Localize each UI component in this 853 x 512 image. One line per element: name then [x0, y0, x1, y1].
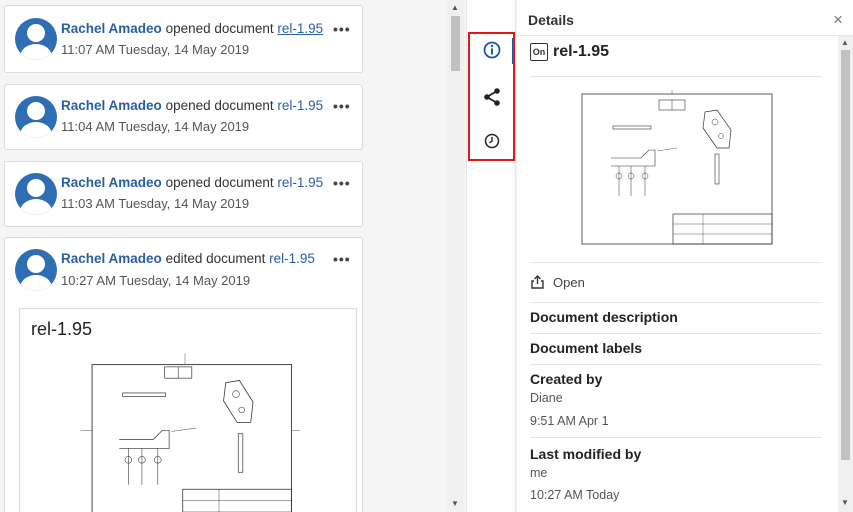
- activity-summary: Rachel Amadeo opened document rel-1.95: [61, 175, 323, 190]
- document-thumbnail[interactable]: [577, 88, 777, 252]
- activity-card: Rachel Amadeo opened document rel-1.95 1…: [4, 161, 363, 227]
- activity-action: opened document: [165, 21, 274, 36]
- modified-by-user: me: [530, 466, 548, 480]
- activity-card: Rachel Amadeo opened document rel-1.95 1…: [4, 5, 363, 73]
- close-icon[interactable]: ×: [833, 10, 843, 30]
- avatar: [15, 249, 57, 291]
- details-title: Details: [528, 12, 574, 28]
- divider: [530, 437, 822, 438]
- activity-action: opened document: [165, 98, 274, 113]
- avatar: [15, 96, 57, 138]
- more-options-button[interactable]: •••: [333, 175, 351, 191]
- details-scrollbar[interactable]: ▲ ▼: [838, 36, 853, 512]
- activity-card: Rachel Amadeo opened document rel-1.95 1…: [4, 84, 363, 150]
- divider: [530, 262, 822, 263]
- document-name-row: On rel-1.95: [530, 43, 609, 61]
- open-label: Open: [553, 275, 585, 290]
- scroll-up-arrow-icon[interactable]: ▲: [451, 3, 459, 12]
- open-external-icon: [531, 275, 544, 289]
- scroll-up-arrow-icon[interactable]: ▲: [841, 38, 849, 47]
- activity-time: 10:27 AM Tuesday, 14 May 2019: [61, 273, 251, 288]
- last-modified-by-heading: Last modified by: [530, 446, 642, 462]
- activity-summary: Rachel Amadeo opened document rel-1.95: [61, 21, 323, 36]
- details-panel: Details × On rel-1.95 Open Document desc…: [517, 0, 853, 512]
- preview-title: rel-1.95: [31, 319, 93, 339]
- activity-action: opened document: [165, 175, 274, 190]
- document-preview[interactable]: rel-1.95: [19, 308, 357, 512]
- more-options-button[interactable]: •••: [333, 98, 351, 114]
- highlight-box: [468, 32, 515, 161]
- document-link[interactable]: rel-1.95: [269, 251, 315, 266]
- created-by-user: Diane: [530, 391, 563, 405]
- document-labels-heading[interactable]: Document labels: [530, 340, 642, 356]
- created-by-heading: Created by: [530, 371, 603, 387]
- activity-feed: Rachel Amadeo opened document rel-1.95 1…: [0, 0, 447, 512]
- user-link[interactable]: Rachel Amadeo: [61, 21, 162, 36]
- more-options-button[interactable]: •••: [333, 251, 351, 267]
- feed-scrollbar[interactable]: ▲ ▼: [447, 0, 464, 512]
- activity-card: Rachel Amadeo edited document rel-1.95 1…: [4, 237, 363, 512]
- divider: [530, 302, 822, 303]
- open-button[interactable]: Open: [530, 275, 585, 290]
- document-name: rel-1.95: [553, 43, 610, 60]
- avatar: [15, 173, 57, 215]
- scrollbar-thumb[interactable]: [841, 50, 850, 460]
- app-root: Rachel Amadeo opened document rel-1.95 1…: [0, 0, 853, 512]
- activity-time: 11:07 AM Tuesday, 14 May 2019: [61, 42, 250, 57]
- user-link[interactable]: Rachel Amadeo: [61, 98, 162, 113]
- avatar: [15, 18, 57, 60]
- activity-time: 11:04 AM Tuesday, 14 May 2019: [61, 119, 250, 134]
- modified-time: 10:27 AM Today: [530, 488, 620, 502]
- document-link[interactable]: rel-1.95: [277, 175, 323, 190]
- activity-time: 11:03 AM Tuesday, 14 May 2019: [61, 196, 250, 211]
- more-options-button[interactable]: •••: [333, 21, 351, 37]
- drawing-thumbnail: [80, 353, 300, 512]
- divider: [530, 364, 822, 365]
- divider: [530, 76, 822, 77]
- divider: [530, 333, 822, 334]
- document-link[interactable]: rel-1.95: [277, 21, 323, 36]
- divider: [517, 35, 853, 36]
- created-time: 9:51 AM Apr 1: [530, 414, 609, 428]
- activity-summary: Rachel Amadeo edited document rel-1.95: [61, 251, 315, 266]
- scrollbar-thumb[interactable]: [451, 16, 460, 71]
- onshape-document-icon: On: [530, 43, 548, 61]
- activity-summary: Rachel Amadeo opened document rel-1.95: [61, 98, 323, 113]
- scroll-down-arrow-icon[interactable]: ▼: [451, 499, 459, 508]
- document-description-heading[interactable]: Document description: [530, 309, 678, 325]
- activity-action: edited document: [165, 251, 266, 266]
- user-link[interactable]: Rachel Amadeo: [61, 251, 162, 266]
- scroll-down-arrow-icon[interactable]: ▼: [841, 498, 849, 507]
- document-link[interactable]: rel-1.95: [277, 98, 323, 113]
- user-link[interactable]: Rachel Amadeo: [61, 175, 162, 190]
